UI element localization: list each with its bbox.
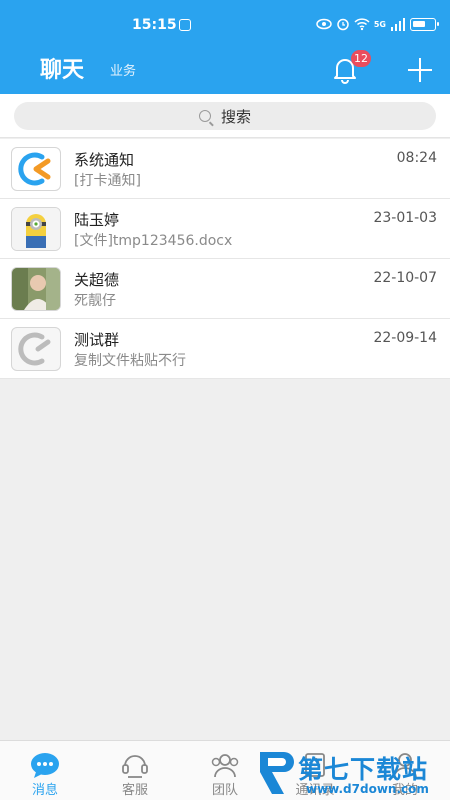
watermark-logo-icon xyxy=(260,752,294,794)
battery-icon xyxy=(410,17,439,31)
status-bar: 15:15 5G xyxy=(0,0,450,40)
avatar xyxy=(11,267,61,311)
team-icon xyxy=(211,754,239,778)
network-type: 5G xyxy=(373,19,386,29)
search-icon xyxy=(198,110,211,122)
search-bar-container: 搜索 xyxy=(0,94,450,138)
conversation-time: 08:24 xyxy=(396,150,437,166)
watermark: 第七下载站 www.d7down.com xyxy=(254,748,450,800)
avatar xyxy=(11,147,61,191)
avatar xyxy=(11,207,61,251)
conversation-name: 陆玉婷 xyxy=(74,211,120,229)
app-logo-icon xyxy=(18,152,51,186)
conversation-name: 测试群 xyxy=(74,331,120,349)
conversation-message: [打卡通知] xyxy=(74,173,141,189)
page-title: 聊天 xyxy=(40,58,85,83)
conversation-name: 关超德 xyxy=(74,271,120,289)
conversation-item-system[interactable]: 系统通知 [打卡通知] 08:24 xyxy=(0,139,450,199)
headset-icon xyxy=(122,755,148,778)
conversation-item-guanchaode[interactable]: 关超德 死靓仔 22-10-07 xyxy=(0,259,450,319)
search-input[interactable]: 搜索 xyxy=(14,102,436,130)
status-icons: 5G xyxy=(316,17,439,31)
app-notification-icon xyxy=(179,19,191,31)
eye-icon xyxy=(316,18,332,30)
conversation-time: 23-01-03 xyxy=(373,210,437,226)
conversation-message: 死靓仔 xyxy=(74,293,116,309)
conversation-item-testgroup[interactable]: 测试群 复制文件粘贴不行 22-09-14 xyxy=(0,319,450,379)
tab-label: 消息 xyxy=(31,783,58,798)
signal-icon xyxy=(391,17,405,31)
conversation-name: 系统通知 xyxy=(74,151,135,169)
notification-badge: 12 xyxy=(351,50,371,67)
tab-service[interactable]: 客服 xyxy=(90,741,180,800)
group-logo-icon xyxy=(18,332,51,366)
conversation-time: 22-09-14 xyxy=(373,330,437,346)
wifi-icon xyxy=(354,18,370,31)
search-placeholder: 搜索 xyxy=(220,107,251,126)
avatar xyxy=(11,327,61,371)
conversation-message: [文件]tmp123456.docx xyxy=(74,233,233,249)
conversation-time: 22-10-07 xyxy=(373,270,437,286)
add-icon[interactable] xyxy=(408,58,432,82)
alarm-icon xyxy=(337,18,349,31)
watermark-text: 第七下载站 xyxy=(298,755,429,784)
tab-label: 客服 xyxy=(121,783,148,798)
chat-bubble-icon xyxy=(31,753,59,778)
conversation-message: 复制文件粘贴不行 xyxy=(74,353,186,369)
watermark-url: www.d7down.com xyxy=(306,782,429,796)
status-time: 15:15 xyxy=(132,17,177,33)
conversation-list: 系统通知 [打卡通知] 08:24 陆玉婷 [文件]tmp123456.docx… xyxy=(0,139,450,379)
tab-messages[interactable]: 消息 xyxy=(0,741,90,800)
app-header: 15:15 5G 聊天 业务 12 xyxy=(0,0,450,94)
minion-avatar-image xyxy=(12,208,60,250)
business-tab[interactable]: 业务 xyxy=(110,60,136,79)
person-avatar-image xyxy=(12,268,60,310)
conversation-item-luyuting[interactable]: 陆玉婷 [文件]tmp123456.docx 23-01-03 xyxy=(0,199,450,259)
